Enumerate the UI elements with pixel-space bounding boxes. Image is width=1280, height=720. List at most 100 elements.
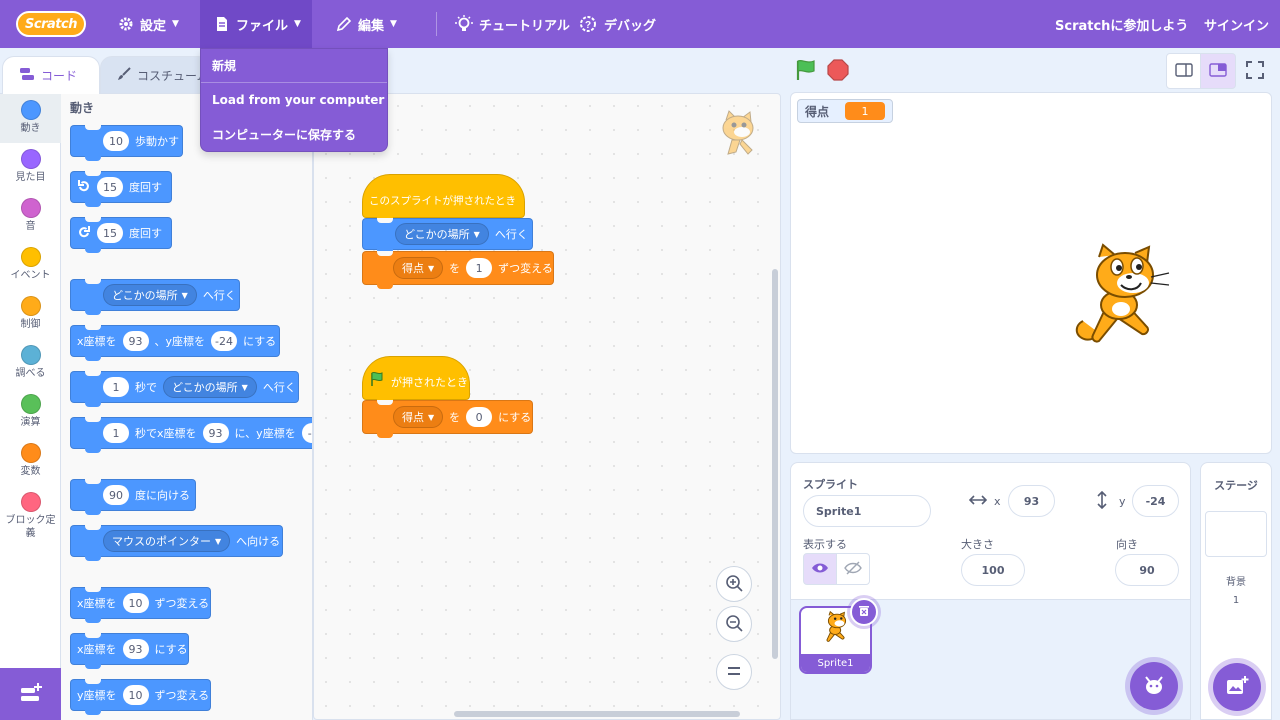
block-change-variable[interactable]: 得点 ▼ を 1 ずつ変える <box>362 251 554 289</box>
block-set-x[interactable]: x座標を 93 にする <box>70 633 189 669</box>
block-input[interactable]: -24 <box>301 423 312 443</box>
direction-input[interactable]: 90 <box>1115 554 1179 586</box>
block-input[interactable]: 10 <box>103 131 129 151</box>
x-position-input[interactable]: 93 <box>1008 485 1055 517</box>
zoom-out-button[interactable] <box>716 606 752 642</box>
stage-canvas[interactable]: 得点 1 <box>790 92 1272 454</box>
block-input[interactable]: 1 <box>103 423 129 443</box>
normal-stage-button[interactable] <box>1200 53 1236 89</box>
category-looks[interactable]: 見た目 <box>0 143 61 192</box>
block-input[interactable]: 1 <box>103 377 129 397</box>
tutorials-button[interactable]: チュートリアル <box>455 0 570 48</box>
category-dot <box>20 492 41 512</box>
category-my-blocks[interactable]: ブロック定義 <box>0 486 61 546</box>
chevron-down-icon: ▼ <box>294 19 301 29</box>
category-menu: 動き 見た目 音 イベント 制御 調べる 演算 変数 ブロック定義 <box>0 93 61 668</box>
block-dropdown[interactable]: どこかの場所 ▼ <box>395 223 489 245</box>
block-input[interactable]: -24 <box>211 331 238 351</box>
join-scratch-link[interactable]: Scratchに参加しよう <box>1055 0 1188 48</box>
block-goto-xy[interactable]: x座標を 93 、y座標を -24 にする <box>70 325 280 361</box>
block-glide-xy[interactable]: 1 秒でx座標を 93 に、y座標を -24 <box>70 417 312 453</box>
category-motion[interactable]: 動き <box>0 94 61 143</box>
menu-item-save[interactable]: コンピューターに保存する <box>201 117 387 151</box>
category-label: ブロック定義 <box>5 515 56 539</box>
block-text: 秒で <box>135 381 157 394</box>
fullscreen-button[interactable] <box>1237 53 1273 89</box>
hide-sprite-button[interactable] <box>836 553 870 585</box>
settings-menu[interactable]: 設定 ▼ <box>118 0 179 48</box>
block-dropdown[interactable]: どこかの場所 ▼ <box>163 376 257 398</box>
settings-label: 設定 <box>140 18 167 34</box>
chevron-down-icon: ▼ <box>241 382 248 392</box>
block-move-steps[interactable]: 10 歩動かす <box>70 125 183 161</box>
zoom-in-button[interactable] <box>716 566 752 602</box>
block-goto[interactable]: どこかの場所 ▼ へ行く <box>362 218 533 254</box>
vertical-scrollbar[interactable] <box>772 269 778 659</box>
category-sensing[interactable]: 調べる <box>0 339 61 388</box>
y-position-input[interactable]: -24 <box>1132 485 1179 517</box>
block-dropdown[interactable]: 得点 ▼ <box>393 406 444 428</box>
block-input[interactable]: 93 <box>202 423 229 443</box>
sprite-name-input[interactable]: Sprite1 <box>803 495 931 527</box>
block-input[interactable]: 93 <box>122 331 149 351</box>
block-text: に、y座標を <box>234 427 296 440</box>
cat-sprite[interactable] <box>1073 243 1177 356</box>
tab-costumes[interactable]: コスチューム <box>100 56 210 94</box>
block-dropdown[interactable]: 得点 ▼ <box>393 257 444 279</box>
block-input[interactable]: 90 <box>103 485 129 505</box>
block-input[interactable]: 15 <box>97 177 123 197</box>
small-stage-button[interactable] <box>1166 53 1202 89</box>
file-menu[interactable]: ファイル ▼ <box>200 0 312 48</box>
block-set-variable[interactable]: 得点 ▼ を 0 にする <box>362 400 533 438</box>
block-text: x座標を <box>77 643 117 656</box>
hat-green-flag[interactable]: が押されたとき <box>362 356 470 404</box>
tab-code[interactable]: コード <box>2 56 100 94</box>
menu-item-new[interactable]: 新規 <box>201 49 387 83</box>
scratch-logo[interactable]: Scratch <box>16 11 86 37</box>
block-input[interactable]: 1 <box>466 258 493 278</box>
block-point-direction[interactable]: 90 度に向ける <box>70 479 196 515</box>
stage-thumbnail[interactable] <box>1205 511 1267 557</box>
variable-monitor[interactable]: 得点 1 <box>797 99 894 123</box>
category-operators[interactable]: 演算 <box>0 388 61 437</box>
menu-item-load[interactable]: Load from your computer <box>201 83 387 117</box>
block-change-x[interactable]: x座標を 10 ずつ変える <box>70 587 211 623</box>
category-sound[interactable]: 音 <box>0 192 61 241</box>
block-turn-right[interactable]: 15 度回す <box>70 171 172 207</box>
block-input[interactable]: 15 <box>97 223 123 243</box>
horizontal-scrollbar[interactable] <box>454 711 740 717</box>
block-text: が押されたとき <box>391 376 468 389</box>
size-input[interactable]: 100 <box>961 554 1025 586</box>
category-variables[interactable]: 変数 <box>0 437 61 486</box>
signin-link[interactable]: サインイン <box>1204 0 1269 48</box>
add-extension-button[interactable] <box>0 668 61 720</box>
block-input[interactable]: 10 <box>122 593 149 613</box>
green-flag-button[interactable] <box>794 59 818 84</box>
hat-sprite-clicked[interactable]: このスプライトが押されたとき <box>362 174 525 222</box>
block-change-y[interactable]: y座標を 10 ずつ変える <box>70 679 211 715</box>
choose-sprite-button[interactable] <box>1130 662 1178 710</box>
show-sprite-button[interactable] <box>803 553 837 585</box>
category-control[interactable]: 制御 <box>0 290 61 339</box>
block-goto[interactable]: どこかの場所 ▼ へ行く <box>70 279 240 315</box>
block-dropdown[interactable]: マウスのポインター ▼ <box>103 530 231 552</box>
block-input[interactable]: 93 <box>122 639 149 659</box>
lightbulb-icon <box>455 15 473 33</box>
delete-sprite-button[interactable] <box>850 598 878 626</box>
stop-button[interactable] <box>827 59 849 84</box>
zoom-reset-button[interactable] <box>716 654 752 690</box>
stage-selector-panel[interactable]: ステージ 背景 1 <box>1200 462 1272 720</box>
edit-label: 編集 <box>358 18 385 34</box>
debug-button[interactable]: ? デバッグ <box>578 0 656 48</box>
choose-backdrop-button[interactable] <box>1213 663 1261 711</box>
block-dropdown[interactable]: どこかの場所 ▼ <box>103 284 197 306</box>
block-turn-left[interactable]: 15 度回す <box>70 217 172 253</box>
block-input[interactable]: 0 <box>466 407 493 427</box>
category-label: 調べる <box>15 368 46 379</box>
category-events[interactable]: イベント <box>0 241 61 290</box>
block-point-towards[interactable]: マウスのポインター ▼ へ向ける <box>70 525 283 561</box>
script-workspace[interactable]: このスプライトが押されたとき どこかの場所 ▼ へ行く 得点 ▼ を 1 ずつ変える… <box>313 93 781 720</box>
block-glide[interactable]: 1 秒で どこかの場所 ▼ へ行く <box>70 371 299 407</box>
edit-menu[interactable]: 編集 ▼ <box>336 0 397 48</box>
block-input[interactable]: 10 <box>122 685 149 705</box>
